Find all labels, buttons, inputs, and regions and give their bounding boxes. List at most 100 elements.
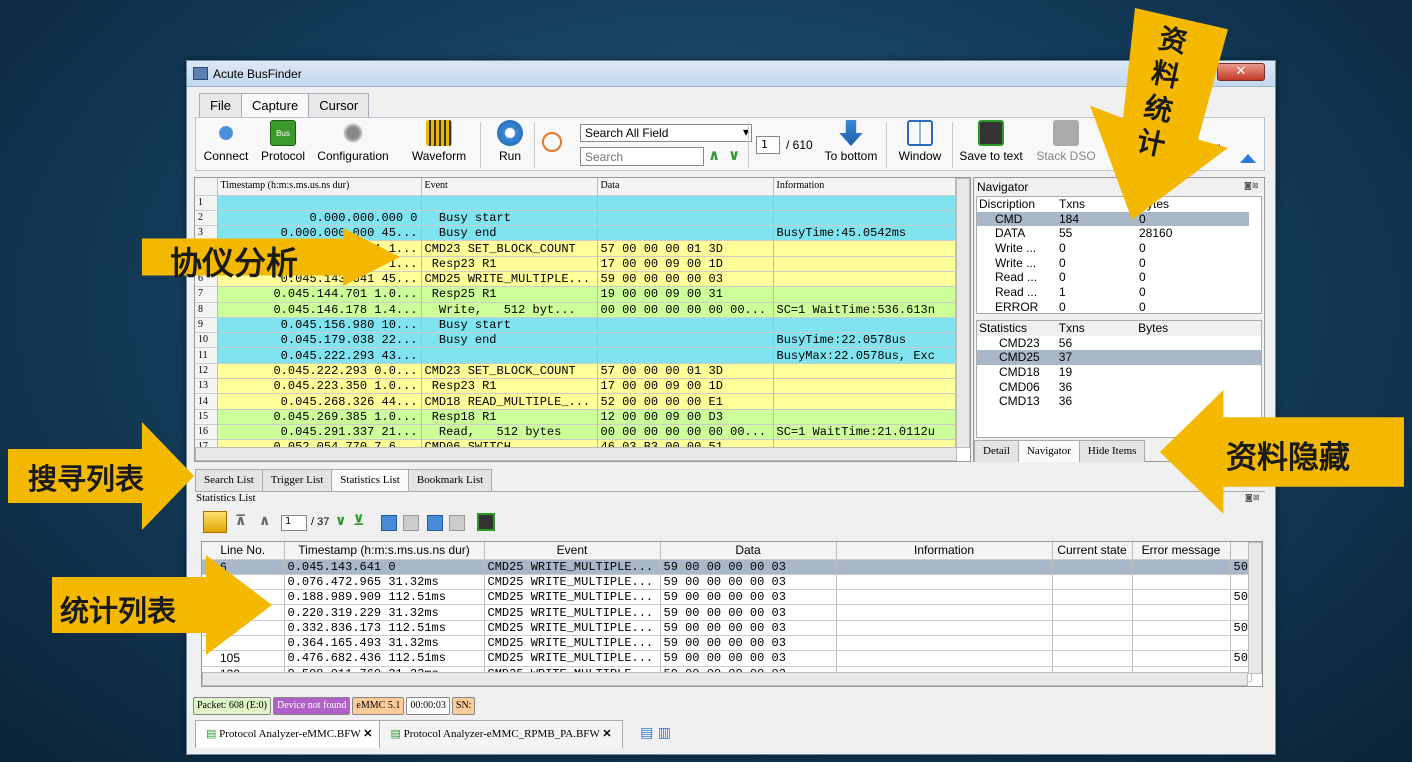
line-no-header[interactable]: Line No. bbox=[202, 542, 285, 560]
statistics-row[interactable]: CMD23 56 bbox=[977, 336, 1261, 351]
search-prev-icon[interactable]: ∧ bbox=[708, 146, 720, 164]
doc-tab-rpmb[interactable]: ▤ Protocol Analyzer-eMMC_RPMB_PA.BFW ✕ bbox=[379, 720, 623, 748]
stat-data-header[interactable]: Data bbox=[660, 542, 837, 560]
row-number: 7 bbox=[195, 286, 218, 303]
connect-button[interactable]: Connect bbox=[202, 120, 250, 163]
statistics-row[interactable]: CMD06 36 bbox=[977, 380, 1261, 395]
table-row[interactable]: 105 0.476.682.436 112.51ms CMD25 WRITE_MUL… bbox=[202, 650, 1252, 667]
stat-command: CMD18 bbox=[999, 365, 1040, 379]
stack-dso-button[interactable]: Stack DSO bbox=[1034, 120, 1098, 163]
timestamp-cell: 0.045.222.293 43... bbox=[217, 347, 422, 364]
table-row[interactable]: 0.364.165.493 31.32ms CMD25 WRITE_MULTIPL… bbox=[202, 635, 1252, 652]
tab-capture[interactable]: Capture bbox=[240, 93, 310, 117]
stat-information-header[interactable]: Information bbox=[836, 542, 1053, 560]
statistics-row[interactable]: CMD18 19 bbox=[977, 365, 1261, 380]
packet-row[interactable]: 8 0.045.146.178 1.4... Write, 512 byt... 0… bbox=[195, 302, 956, 318]
row-number: 10 bbox=[195, 332, 218, 349]
information-header[interactable]: Information bbox=[773, 178, 956, 196]
stat-timestamp-header[interactable]: Timestamp (h:m:s.ms.us.ns dur) bbox=[284, 542, 485, 560]
stat-page-input[interactable]: 1 bbox=[281, 515, 307, 531]
tab-search-list[interactable]: Search List bbox=[195, 469, 263, 491]
navigator-row[interactable]: Write ... 0 0 bbox=[977, 241, 1249, 256]
search-next-icon[interactable]: ∨ bbox=[728, 146, 740, 164]
navigator-row[interactable]: ERROR 0 0 bbox=[977, 300, 1249, 313]
prev-icon[interactable]: ∧ bbox=[259, 513, 270, 529]
timestamp-cell: 0.045.222.293 0.0... bbox=[217, 363, 422, 380]
navigator-row[interactable]: Write ... 0 0 bbox=[977, 256, 1249, 271]
current-state-header[interactable]: Current state bbox=[1052, 542, 1133, 560]
stat-data-cell: 59 00 00 00 00 03 bbox=[660, 604, 837, 621]
statistics-row[interactable]: CMD25 37 bbox=[977, 350, 1261, 366]
table-row[interactable]: 0.332.836.173 112.51ms CMD25 WRITE_MULTIP… bbox=[202, 620, 1252, 636]
first-icon[interactable]: ⊼ bbox=[235, 513, 246, 529]
event-header[interactable]: Event bbox=[421, 178, 598, 196]
doc-tab-emmc[interactable]: ▤ Protocol Analyzer-eMMC.BFW ✕ bbox=[195, 720, 384, 748]
packet-row[interactable]: 10 0.045.179.038 22... Busy end BusyTime:2… bbox=[195, 332, 956, 349]
last-icon[interactable]: ⊻ bbox=[353, 513, 364, 529]
navigator-row[interactable]: CMD 184 0 bbox=[977, 211, 1249, 227]
new-doc-icon[interactable]: ▤ ▥ bbox=[640, 725, 671, 741]
packet-row[interactable]: 1 bbox=[195, 195, 956, 211]
table-row[interactable]: 0.220.319.229 31.32ms CMD25 WRITE_MULTIPL… bbox=[202, 604, 1252, 621]
run-button[interactable]: Run bbox=[492, 120, 528, 163]
packet-row[interactable]: 16 0.045.291.337 21... Read, 512 bytes 00 … bbox=[195, 424, 956, 441]
packet-row[interactable]: 15 0.045.269.385 1.0... Resp18 R1 12 00 00… bbox=[195, 409, 956, 425]
timestamp-header[interactable]: Timestamp (h:m:s.ms.us.ns dur) bbox=[217, 178, 422, 196]
packet-row[interactable]: 14 0.045.268.326 44... CMD18 READ_MULTIPLE… bbox=[195, 393, 956, 410]
packet-row[interactable]: 9 0.045.156.980 10... Busy start bbox=[195, 317, 956, 334]
page-input[interactable]: 1 bbox=[756, 136, 780, 154]
tab-cursor[interactable]: Cursor bbox=[308, 93, 370, 117]
clear-icon[interactable] bbox=[449, 515, 465, 531]
data-cell: 17 00 00 09 00 1D bbox=[597, 256, 774, 272]
tab-detail[interactable]: Detail bbox=[974, 440, 1019, 462]
save-to-text-button[interactable]: Save to text bbox=[958, 120, 1024, 163]
stat-data-cell: 59 00 00 00 00 03 bbox=[660, 559, 837, 575]
table-row[interactable]: 0.076.472.965 31.32ms CMD25 WRITE_MULTIPL… bbox=[202, 574, 1252, 591]
search-input[interactable] bbox=[580, 147, 704, 166]
navigator-row[interactable]: Read ... 1 0 bbox=[977, 285, 1249, 300]
tab-navigator[interactable]: Navigator bbox=[1017, 440, 1080, 462]
stat-horizontal-scrollbar[interactable] bbox=[202, 672, 1248, 686]
packet-row[interactable]: 11 0.045.222.293 43... BusyMax:22.0578us, … bbox=[195, 347, 956, 364]
stat-vertical-scrollbar[interactable] bbox=[1248, 542, 1262, 674]
collapse-ribbon-icon[interactable] bbox=[1240, 154, 1256, 163]
save-csv-icon[interactable] bbox=[477, 513, 495, 531]
stat-information-cell bbox=[836, 620, 1053, 636]
packet-row[interactable]: 2 0.000.000.000 0 Busy start bbox=[195, 210, 956, 227]
expand-icon[interactable] bbox=[427, 515, 443, 531]
table-row[interactable]: 6 0.045.143.641 0 CMD25 WRITE_MULTIPLE... 5… bbox=[202, 559, 1252, 575]
tab-statistics-list[interactable]: Statistics List bbox=[331, 469, 409, 491]
export-icon[interactable] bbox=[203, 511, 227, 533]
protocol-button[interactable]: Bus Protocol bbox=[256, 120, 310, 163]
configuration-button[interactable]: Configuration bbox=[314, 120, 392, 163]
remove-icon[interactable] bbox=[403, 515, 419, 531]
protocol-label: Protocol bbox=[260, 149, 306, 163]
packet-row[interactable]: 7 0.045.144.701 1.0... Resp25 R1 19 00 00 … bbox=[195, 286, 956, 303]
next-icon[interactable]: ∨ bbox=[335, 513, 346, 529]
navigator-row[interactable]: Read ... 0 0 bbox=[977, 270, 1249, 285]
tab-file[interactable]: File bbox=[199, 93, 242, 117]
stats-bytes-header: Bytes bbox=[1138, 321, 1169, 335]
window-button[interactable]: Window bbox=[894, 120, 946, 163]
add-bookmark-icon[interactable] bbox=[381, 515, 397, 531]
packet-row[interactable]: 12 0.045.222.293 0.0... CMD23 SET_BLOCK_CO… bbox=[195, 363, 956, 380]
panel-close-icon[interactable]: ◙⊠ bbox=[1244, 181, 1258, 190]
grid-horizontal-scrollbar[interactable] bbox=[195, 447, 957, 461]
error-message-header[interactable]: Error message bbox=[1132, 542, 1231, 560]
panel-close-icon[interactable]: ◙⊠ bbox=[1245, 493, 1259, 502]
grid-vertical-scrollbar[interactable] bbox=[956, 178, 970, 448]
close-button[interactable]: ✕ bbox=[1217, 63, 1265, 81]
packet-row[interactable]: 13 0.045.223.350 1.0... Resp23 R1 17 00 00… bbox=[195, 378, 956, 395]
close-tab-icon[interactable]: ✕ bbox=[363, 728, 372, 740]
search-field-select[interactable]: Search All Field ▾ bbox=[580, 124, 752, 142]
tab-hide-items[interactable]: Hide Items bbox=[1078, 440, 1146, 462]
tab-trigger-list[interactable]: Trigger List bbox=[261, 469, 333, 491]
stat-event-header[interactable]: Event bbox=[484, 542, 661, 560]
navigator-row[interactable]: DATA 55 28160 bbox=[977, 226, 1249, 241]
tab-bookmark-list[interactable]: Bookmark List bbox=[407, 469, 493, 491]
data-header[interactable]: Data bbox=[597, 178, 774, 196]
to-bottom-button[interactable]: To bottom bbox=[822, 120, 880, 163]
table-row[interactable]: 0.188.989.909 112.51ms CMD25 WRITE_MULTIP… bbox=[202, 589, 1252, 606]
waveform-button[interactable]: Waveform bbox=[406, 120, 472, 163]
close-tab-icon[interactable]: ✕ bbox=[602, 728, 611, 740]
